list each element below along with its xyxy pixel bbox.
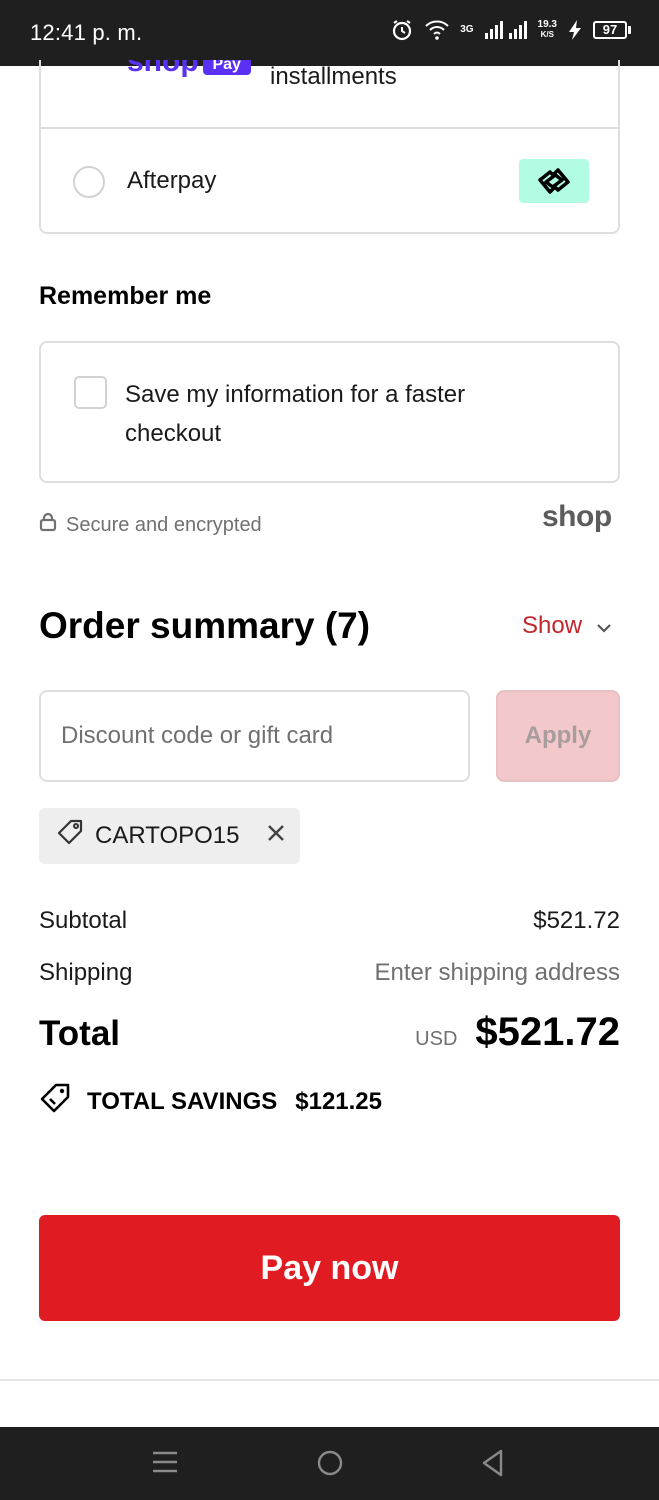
home-icon[interactable] <box>316 1447 344 1482</box>
total-amount: $521.72 <box>475 1010 620 1054</box>
subtotal-row: Subtotal $521.72 <box>39 907 620 935</box>
status-bar: 12:41 p. m. 3G 19.3 K/S 97 <box>0 0 659 66</box>
charging-icon <box>567 19 583 41</box>
recent-apps-icon[interactable] <box>152 1447 178 1482</box>
signal-icon <box>484 20 528 40</box>
shoppay-logo: shop Pay <box>127 60 251 77</box>
afterpay-option[interactable]: Afterpay <box>41 129 618 232</box>
savings-amount: $121.25 <box>295 1087 383 1115</box>
lock-icon <box>39 512 57 538</box>
shipping-value: Enter shipping address <box>374 959 620 986</box>
show-summary-toggle[interactable]: Show <box>522 612 612 640</box>
order-summary-title: Order summary (7) <box>39 605 371 646</box>
shipping-row: Shipping Enter shipping address <box>39 959 620 987</box>
save-info-label[interactable]: Save my information for a faster checkou… <box>125 375 545 453</box>
tag-icon <box>55 818 85 855</box>
afterpay-logo-icon <box>519 159 589 203</box>
network-speed: 19.3 K/S <box>537 19 557 40</box>
save-info-checkbox[interactable] <box>74 376 107 409</box>
battery-indicator: 97 <box>593 21 631 39</box>
wifi-icon <box>424 19 450 41</box>
discount-code-input[interactable] <box>39 690 470 782</box>
status-time: 12:41 p. m. <box>30 20 143 45</box>
secure-text: Secure and encrypted <box>66 513 262 536</box>
applied-discount-tag: CARTOPO15 <box>39 808 300 864</box>
show-summary-label: Show <box>522 612 583 639</box>
status-icons: 3G 19.3 K/S 97 <box>390 18 631 42</box>
payment-options: shop Pay installments Afterpay <box>39 60 620 234</box>
subtotal-value: $521.72 <box>533 907 620 934</box>
apply-button[interactable]: Apply <box>496 690 620 782</box>
navigation-bar <box>0 1427 659 1500</box>
secure-notice: Secure and encrypted <box>39 512 262 538</box>
installments-text: installments <box>270 63 397 90</box>
shipping-label: Shipping <box>39 959 133 986</box>
total-savings-row: TOTAL SAVINGS $121.25 <box>39 1082 382 1121</box>
pay-now-button[interactable]: Pay now <box>39 1215 620 1321</box>
total-row: Total USD $521.72 <box>39 1010 620 1055</box>
close-icon <box>266 822 286 850</box>
currency-code: USD <box>415 1028 458 1050</box>
remember-me-heading: Remember me <box>39 282 212 310</box>
afterpay-radio[interactable] <box>73 166 105 198</box>
savings-label: TOTAL SAVINGS <box>87 1087 278 1115</box>
alarm-icon <box>390 18 414 42</box>
afterpay-label: Afterpay <box>127 167 217 194</box>
applied-code: CARTOPO15 <box>95 822 240 849</box>
remember-me-box: Save my information for a faster checkou… <box>39 341 620 483</box>
network-type: 3G <box>460 24 474 35</box>
shop-logo: shop <box>542 500 612 533</box>
total-label: Total <box>39 1014 121 1053</box>
chevron-down-icon <box>596 612 612 640</box>
subtotal-label: Subtotal <box>39 907 128 934</box>
shoppay-installments-option[interactable]: shop Pay installments <box>41 60 618 129</box>
savings-tag-icon <box>39 1082 71 1121</box>
back-icon[interactable] <box>480 1447 506 1482</box>
divider <box>0 1379 659 1381</box>
remove-code-button[interactable] <box>266 822 286 850</box>
